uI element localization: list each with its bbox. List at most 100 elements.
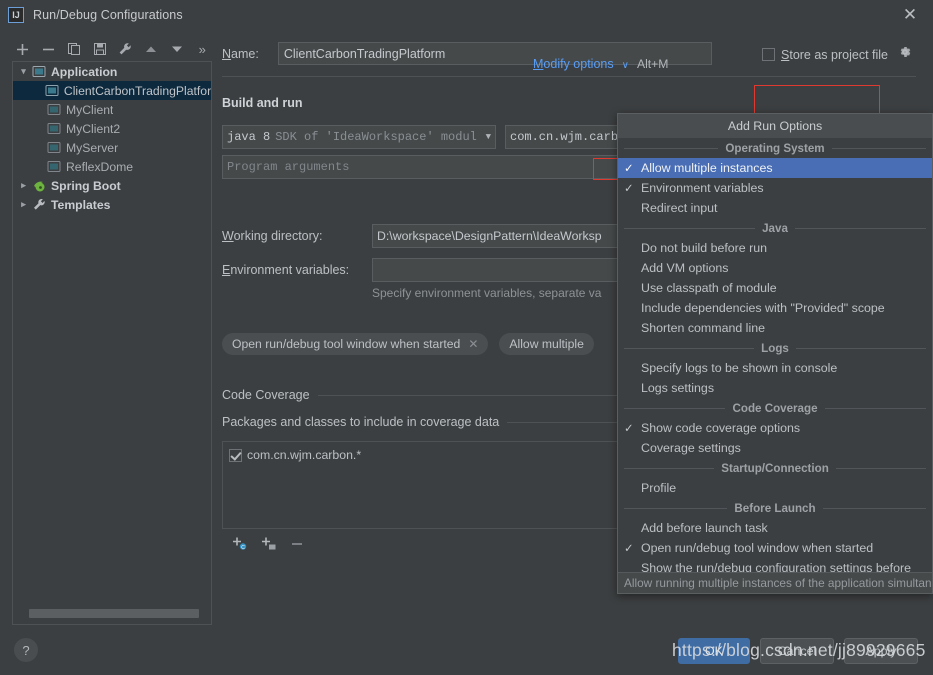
menu-item-add-before-launch-task[interactable]: Add before launch task: [618, 518, 932, 538]
menu-item-coverage-settings[interactable]: Coverage settings: [618, 438, 932, 458]
jre-version-label: java 8: [227, 130, 271, 144]
move-down-icon[interactable]: [164, 37, 190, 61]
chevron-down-icon[interactable]: ▼: [480, 132, 491, 142]
menu-group-label: Code Coverage: [732, 401, 818, 415]
tree-node-label: MyClient: [66, 102, 114, 117]
coverage-list-item[interactable]: com.cn.wjm.carbon.*: [223, 442, 617, 462]
menu-item-redirect-input[interactable]: Redirect input: [618, 198, 932, 218]
jre-sdk-label: SDK of 'IdeaWorkspace' modul: [275, 130, 477, 144]
chevron-right-icon[interactable]: ▸: [15, 180, 32, 191]
group-divider: [624, 407, 726, 409]
tree-node-spring-boot[interactable]: ▸ Spring Boot: [13, 176, 211, 195]
window-titlebar: IJ Run/Debug Configurations ✕: [0, 0, 933, 30]
group-divider: [824, 407, 927, 409]
tree-node-myserver[interactable]: MyServer: [13, 138, 211, 157]
menu-item-profile[interactable]: Profile: [618, 478, 932, 498]
group-divider: [794, 227, 927, 229]
remove-entry-button[interactable]: [290, 537, 304, 556]
add-class-button[interactable]: C: [232, 536, 249, 556]
application-icon: [47, 122, 63, 136]
tree-node-templates[interactable]: ▸ Templates: [13, 195, 211, 214]
menu-item-label: Show code coverage options: [641, 421, 801, 435]
wrench-icon[interactable]: [113, 37, 139, 61]
move-up-icon[interactable]: [138, 37, 164, 61]
remove-configuration-button[interactable]: [36, 37, 62, 61]
group-divider: [795, 347, 927, 349]
menu-item-environment-variables[interactable]: ✓ Environment variables: [618, 178, 932, 198]
jre-selector[interactable]: java 8 SDK of 'IdeaWorkspace' modul ▼: [222, 125, 496, 149]
menu-item-use-classpath-of-module[interactable]: Use classpath of module: [618, 278, 932, 298]
coverage-entry-checkbox[interactable]: [229, 448, 242, 462]
menu-group-code-coverage: Code Coverage: [618, 398, 932, 418]
application-icon: [47, 141, 63, 155]
environment-variables-input[interactable]: [372, 258, 622, 282]
menu-item-add-vm-options[interactable]: Add VM options: [618, 258, 932, 278]
menu-item-open-run-debug-tool-window[interactable]: ✓ Open run/debug tool window when starte…: [618, 538, 932, 558]
chevron-right-icon[interactable]: ▸: [15, 199, 32, 210]
check-icon: ✓: [624, 183, 634, 195]
help-button[interactable]: ?: [14, 638, 38, 662]
tree-node-label: Application: [51, 64, 118, 79]
group-divider: [317, 394, 622, 396]
modify-options-link[interactable]: Modify options: [533, 57, 614, 71]
scrollbar-thumb[interactable]: [29, 609, 199, 618]
coverage-list-toolbar: C: [232, 536, 304, 556]
menu-item-label: Shorten command line: [641, 321, 765, 335]
add-package-button[interactable]: [261, 536, 278, 556]
group-divider: [835, 467, 926, 469]
menu-item-specify-logs[interactable]: Specify logs to be shown in console: [618, 358, 932, 378]
tree-node-reflexdome[interactable]: ReflexDome: [13, 157, 211, 176]
menu-item-label: Include dependencies with "Provided" sco…: [641, 301, 885, 315]
check-icon: ✓: [624, 543, 634, 555]
menu-group-logs: Logs: [618, 338, 932, 358]
configurations-tree[interactable]: ▾ Application ClientCarbonTradingPlatfor…: [12, 61, 212, 625]
chevron-down-icon[interactable]: ▾: [15, 66, 32, 77]
tree-node-label: Templates: [51, 197, 111, 212]
tree-node-label: Spring Boot: [51, 178, 121, 193]
close-icon[interactable]: ✕: [468, 337, 478, 351]
menu-group-java: Java: [618, 218, 932, 238]
close-icon[interactable]: ✕: [887, 0, 933, 30]
menu-item-label: Profile: [641, 481, 677, 495]
environment-variables-hint: Specify environment variables, separate …: [372, 286, 602, 300]
environment-variables-label: Environment variables:: [222, 263, 350, 277]
tree-node-label: MyClient2: [66, 121, 121, 136]
tree-horizontal-scrollbar[interactable]: [29, 609, 211, 618]
menu-item-allow-multiple-instances[interactable]: ✓ Allow multiple instances: [618, 158, 932, 178]
modify-options-menu[interactable]: Add Run Options Operating System ✓ Allow…: [617, 113, 933, 594]
menu-group-label: Java: [762, 221, 788, 235]
menu-item-include-provided-dependencies[interactable]: Include dependencies with "Provided" sco…: [618, 298, 932, 318]
menu-item-shorten-command-line[interactable]: Shorten command line: [618, 318, 932, 338]
gear-icon[interactable]: [898, 45, 912, 64]
menu-item-do-not-build-before-run[interactable]: Do not build before run: [618, 238, 932, 258]
coverage-packages-list[interactable]: com.cn.wjm.carbon.*: [222, 441, 618, 529]
copy-configuration-icon[interactable]: [61, 37, 87, 61]
menu-item-show-code-coverage-options[interactable]: ✓ Show code coverage options: [618, 418, 932, 438]
working-directory-input[interactable]: D:\workspace\DesignPattern\IdeaWorksp: [372, 224, 622, 248]
tree-node-myclient2[interactable]: MyClient2: [13, 119, 211, 138]
chevron-down-icon[interactable]: ∨: [622, 60, 629, 71]
tree-node-application[interactable]: ▾ Application: [13, 62, 211, 81]
save-configuration-icon[interactable]: [87, 37, 113, 61]
store-as-project-file-checkbox[interactable]: [762, 48, 775, 61]
store-as-project-file-row[interactable]: Store as project file: [762, 45, 912, 64]
menu-item-label: Redirect input: [641, 201, 718, 215]
tree-node-clientcarbontradingplatform[interactable]: ClientCarbonTradingPlatform: [13, 81, 211, 100]
more-options-icon[interactable]: »: [189, 37, 215, 61]
group-divider: [624, 147, 719, 149]
menu-group-operating-system: Operating System: [618, 138, 932, 158]
chip-allow-multiple-instances[interactable]: Allow multiple: [499, 333, 594, 355]
modify-options-row: Modify options ∨ Alt+M: [533, 57, 668, 71]
program-arguments-field[interactable]: Program arguments: [222, 155, 634, 179]
chip-open-run-debug-tool-window[interactable]: Open run/debug tool window when started …: [222, 333, 489, 355]
tree-node-myclient[interactable]: MyClient: [13, 100, 211, 119]
menu-header: Add Run Options: [618, 114, 932, 138]
group-divider: [624, 467, 715, 469]
chip-label: Allow multiple: [509, 337, 584, 351]
group-divider: [507, 421, 622, 423]
menu-item-label: Logs settings: [641, 381, 715, 395]
name-label: Name:: [222, 46, 259, 61]
options-chip-row: Open run/debug tool window when started …: [222, 333, 594, 355]
menu-item-logs-settings[interactable]: Logs settings: [618, 378, 932, 398]
add-configuration-button[interactable]: [10, 37, 36, 61]
